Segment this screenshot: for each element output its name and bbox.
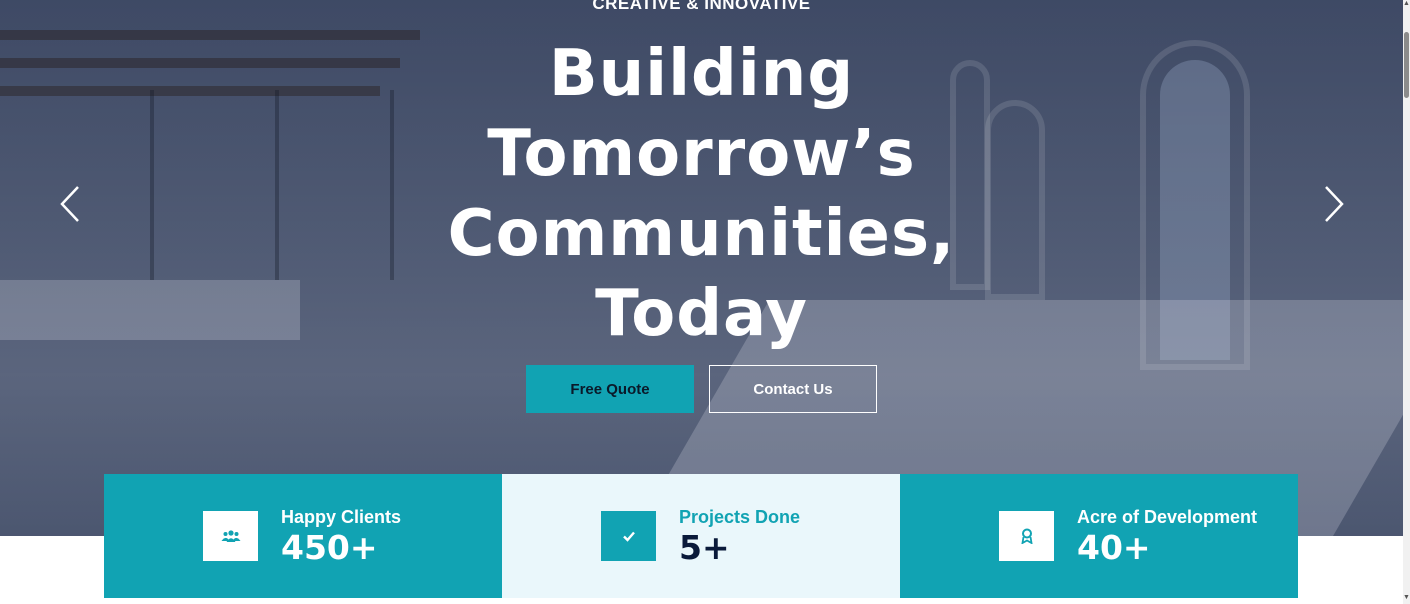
- background-bed: [0, 280, 300, 340]
- scroll-up-arrow-icon[interactable]: ▲: [1403, 0, 1410, 8]
- hero-section: CREATIVE & INNOVATIVE Building Tomorrow’…: [0, 0, 1403, 536]
- carousel-prev-button[interactable]: [56, 184, 86, 224]
- stat-value: 40+: [1077, 528, 1151, 567]
- stat-label: Acre of Development: [1077, 507, 1258, 527]
- background-beam: [0, 58, 400, 68]
- stat-value: 450+: [281, 528, 378, 567]
- headline-line: Building: [548, 37, 855, 111]
- background-beam: [0, 30, 420, 40]
- carousel-next-button[interactable]: [1318, 184, 1348, 224]
- award-icon: [1020, 528, 1033, 544]
- stat-text: Happy Clients 450+: [281, 506, 401, 568]
- contact-us-button[interactable]: Contact Us: [709, 365, 877, 413]
- headline-line: Today: [595, 277, 808, 351]
- chevron-left-icon: [60, 186, 79, 222]
- stats-bar: Happy Clients 450+ Projects Done 5+ Acre…: [104, 474, 1298, 598]
- stat-value: 5+: [679, 528, 730, 567]
- scroll-down-arrow-icon[interactable]: ▼: [1403, 594, 1410, 602]
- users-icon: [221, 530, 240, 542]
- headline-line: Communities,: [447, 197, 956, 271]
- stat-happy-clients: Happy Clients 450+: [104, 474, 502, 598]
- hero-headline: Building Tomorrow’s Communities, Today: [360, 34, 1043, 354]
- background-beam: [0, 86, 380, 96]
- stat-icon-box: [601, 511, 656, 561]
- chevron-right-icon: [1325, 186, 1344, 222]
- page-scrollbar[interactable]: ▲ ▼: [1403, 0, 1410, 604]
- stat-acre-of-development: Acre of Development 40+: [900, 474, 1298, 598]
- stat-text: Projects Done 5+: [679, 506, 800, 568]
- stat-icon-box: [203, 511, 258, 561]
- hero-eyebrow: CREATIVE & INNOVATIVE: [592, 0, 811, 13]
- headline-line: Tomorrow’s: [487, 117, 916, 191]
- free-quote-button[interactable]: Free Quote: [526, 365, 694, 413]
- stat-icon-box: [999, 511, 1054, 561]
- stat-projects-done: Projects Done 5+: [502, 474, 900, 598]
- check-icon: [622, 531, 635, 542]
- scrollbar-thumb[interactable]: [1404, 32, 1409, 98]
- background-pillar: [275, 90, 279, 280]
- stat-text: Acre of Development 40+: [1077, 506, 1257, 568]
- stat-label: Happy Clients: [281, 507, 402, 527]
- background-pillar: [150, 90, 154, 280]
- stat-label: Projects Done: [679, 507, 801, 527]
